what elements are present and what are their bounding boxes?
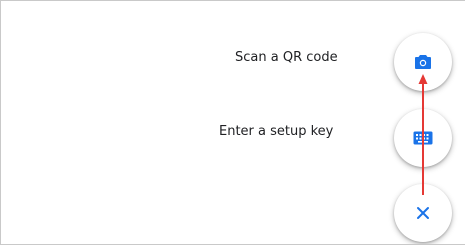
close-icon (416, 206, 430, 220)
close-speed-dial-button[interactable] (394, 184, 452, 242)
scan-qr-label[interactable]: Scan a QR code (235, 50, 338, 65)
setup-key-button[interactable] (394, 109, 452, 167)
setup-key-label[interactable]: Enter a setup key (219, 124, 333, 139)
keyboard-icon (413, 131, 433, 145)
speed-dial-panel: Scan a QR code Enter a setup key (0, 0, 465, 245)
scan-qr-button[interactable] (394, 33, 452, 91)
camera-icon (414, 54, 432, 70)
